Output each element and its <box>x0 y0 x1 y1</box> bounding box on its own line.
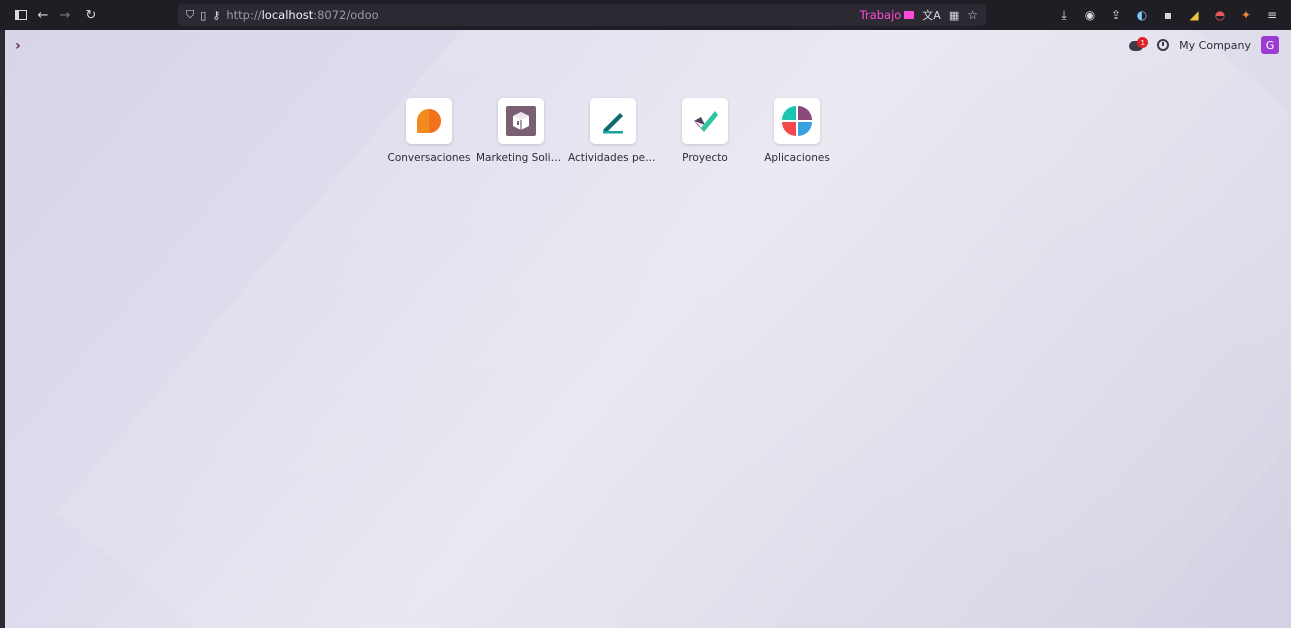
app-grid: Conversaciones Marketing Solici... Activ… <box>383 98 843 164</box>
app-marketing[interactable]: Marketing Solici... <box>475 98 567 164</box>
container-label[interactable]: Trabajo <box>860 8 915 22</box>
odoo-navbar: › 1 My Company G <box>5 30 1291 62</box>
extension-color-icon[interactable]: ◐ <box>1133 6 1151 24</box>
messaging-badge: 1 <box>1137 37 1149 48</box>
extension-grid-icon[interactable]: ▪ <box>1159 6 1177 24</box>
company-switcher[interactable]: My Company <box>1179 39 1251 52</box>
grid-icon[interactable]: ▦ <box>949 9 959 22</box>
app-conversaciones[interactable]: Conversaciones <box>383 98 475 164</box>
browser-toolbar: ← → ↻ ⛉ ▯ ⚷ http://localhost:8072/odoo T… <box>0 0 1291 30</box>
page-icon: ▯ <box>200 8 207 22</box>
extension-orange-icon[interactable]: ✦ <box>1237 6 1255 24</box>
url-text[interactable]: http://localhost:8072/odoo <box>226 8 378 22</box>
menu-icon[interactable]: ≡ <box>1263 6 1281 24</box>
app-label: Aplicaciones <box>764 152 830 164</box>
extension-yellow-icon[interactable]: ◢ <box>1185 6 1203 24</box>
app-aplicaciones[interactable]: Aplicaciones <box>751 98 843 164</box>
app-label: Actividades pen... <box>568 152 658 164</box>
box-marketing-icon[interactable] <box>498 98 544 144</box>
extension-red-icon[interactable]: ◓ <box>1211 6 1229 24</box>
back-icon[interactable]: ← <box>32 4 54 26</box>
briefcase-icon <box>904 11 915 19</box>
app-label: Proyecto <box>682 152 728 164</box>
download-icon[interactable]: ⤓ <box>1055 6 1073 24</box>
app-label: Marketing Solici... <box>476 152 566 164</box>
app-label: Conversaciones <box>387 152 471 164</box>
app-actividades[interactable]: Actividades pen... <box>567 98 659 164</box>
menu-toggle-chevron-icon[interactable]: › <box>15 38 21 54</box>
user-avatar[interactable]: G <box>1261 36 1279 54</box>
odoo-home: › 1 My Company G Conversaciones Marketin… <box>5 30 1291 628</box>
pen-activities-icon[interactable] <box>590 98 636 144</box>
systray: 1 My Company G <box>1129 36 1279 54</box>
chat-bubble-orange-icon[interactable] <box>406 98 452 144</box>
bookmark-star-icon[interactable]: ☆ <box>967 8 978 22</box>
messaging-icon[interactable]: 1 <box>1129 37 1149 53</box>
forward-icon[interactable]: → <box>54 4 76 26</box>
apps-quad-icon[interactable] <box>774 98 820 144</box>
checkmark-project-icon[interactable] <box>682 98 728 144</box>
shield-icon[interactable]: ⛉ <box>186 8 194 22</box>
translate-icon[interactable]: 文A <box>922 7 941 23</box>
account-icon[interactable]: ◉ <box>1081 6 1099 24</box>
reload-icon[interactable]: ↻ <box>80 4 102 26</box>
sidebar-toggle-icon[interactable] <box>10 4 32 26</box>
app-proyecto[interactable]: Proyecto <box>659 98 751 164</box>
key-icon[interactable]: ⚷ <box>212 9 220 22</box>
activity-clock-icon[interactable] <box>1157 39 1170 51</box>
url-bar[interactable]: ⛉ ▯ ⚷ http://localhost:8072/odoo Trabajo… <box>178 4 986 26</box>
share-icon[interactable]: ⇪ <box>1107 6 1125 24</box>
